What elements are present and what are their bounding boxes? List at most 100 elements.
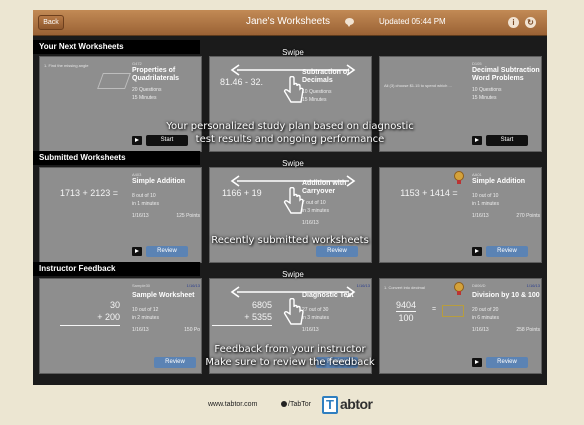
- problem-preview: 1. Find the missing angle: [44, 63, 89, 68]
- worksheet-name: Simple Addition: [132, 178, 186, 185]
- swipe-hint: Swipe: [223, 159, 363, 219]
- code-date-row: Sample30 1/16/13: [132, 283, 200, 288]
- problem-preview: 1153 + 1414 =: [400, 188, 458, 198]
- medal-icon: [454, 171, 464, 184]
- worksheet-code: AA01: [472, 172, 482, 177]
- logo-text: abtor: [340, 396, 373, 412]
- worksheet-name: Properties of Quadrilaterals: [132, 67, 180, 82]
- caption-line: Your personalized study plan based on di…: [166, 121, 414, 132]
- logo-mark: T: [322, 396, 338, 414]
- facebook-icon: [281, 401, 287, 407]
- refresh-icon[interactable]: ↻: [525, 17, 536, 28]
- code-date-row: D806/D 1/16/13: [472, 283, 540, 288]
- worksheet-points: 258 Points: [516, 327, 540, 333]
- worksheet-name: Decimal Subtraction Word Problems: [472, 67, 540, 82]
- swipe-hint: Swipe: [223, 48, 363, 108]
- problem-top: 30: [109, 300, 120, 310]
- caption-submitted: Recently submitted worksheets: [33, 235, 547, 246]
- fraction-numerator: 9404: [396, 300, 417, 310]
- play-icon[interactable]: [472, 247, 482, 256]
- medal-icon: [454, 282, 464, 295]
- worksheet-date: 1/16/13: [472, 327, 489, 333]
- worksheet-info: Sample30 1/16/13 Sample Worksheet 10 out…: [132, 283, 200, 333]
- caption-line: Make sure to review the feedback: [205, 357, 375, 368]
- worksheet-questions: 20 Questions: [132, 87, 162, 93]
- section-header-instructor-feedback: Instructor Feedback: [33, 262, 200, 276]
- worksheet-name: Division by 10 & 100: [472, 292, 540, 299]
- worksheet-info: D806/D 1/16/13 Division by 10 & 100 20 o…: [472, 283, 540, 333]
- tabtor-logo: T abtor: [322, 392, 374, 416]
- back-button[interactable]: Back: [38, 15, 64, 30]
- caption-line: Recently submitted worksheets: [211, 235, 369, 246]
- date-points-row: 1/16/13 150 Po: [132, 327, 200, 333]
- answer-box: [442, 305, 464, 317]
- worksheet-duration: 15 Minutes: [472, 95, 497, 101]
- swipe-hint: Swipe: [223, 270, 363, 330]
- updated-time: Updated 05:44 PM: [379, 17, 446, 26]
- double-arrow-icon: [230, 175, 356, 187]
- worksheet-card[interactable]: 1153 + 1414 = AA01 Simple Addition 10 ou…: [379, 167, 542, 263]
- hand-icon: [283, 298, 304, 325]
- problem-preview: Ali (3) choose $1.15 to spend which ...: [384, 83, 452, 88]
- fraction: 9404 100: [396, 299, 417, 324]
- swipe-label: Swipe: [282, 270, 304, 279]
- worksheet-duration: 15 Minutes: [132, 95, 157, 101]
- problem-bottom: + 200: [97, 312, 120, 322]
- worksheet-date: 1/16/13: [472, 213, 489, 219]
- worksheet-info: A403 Simple Addition 8 out of 10 in 1 mi…: [132, 172, 200, 219]
- problem-preview: 1713 + 2123 =: [59, 188, 119, 198]
- worksheet-date: 1/16/13: [132, 327, 149, 333]
- date-points-row: 1/16/13 258 Points: [472, 327, 540, 333]
- worksheet-duration: in 6 minutes: [472, 315, 499, 321]
- top-bar: Back Jane's Worksheets Updated 05:44 PM …: [33, 10, 547, 36]
- worksheet-info: G472 Properties of Quadrilaterals 20 Que…: [132, 61, 200, 102]
- worksheet-name: Sample Worksheet: [132, 292, 195, 299]
- worksheet-points: 150 Po: [184, 327, 200, 333]
- chat-icon[interactable]: [345, 18, 354, 27]
- hand-icon: [283, 76, 304, 103]
- caption-line: test results and ongoing performance: [195, 134, 385, 145]
- info-icon[interactable]: i: [508, 17, 519, 28]
- review-button[interactable]: Review: [316, 246, 358, 257]
- review-button[interactable]: Review: [146, 246, 188, 257]
- footer: www.tabtor.com /TabTor T abtor: [0, 392, 584, 418]
- tablet-screen: Back Jane's Worksheets Updated 05:44 PM …: [33, 10, 547, 385]
- quadrilateral-figure: [97, 73, 131, 89]
- problem-preview: 30 + 200: [60, 299, 120, 326]
- play-icon[interactable]: [132, 247, 142, 256]
- worksheet-date: 1/16/13: [132, 213, 149, 219]
- date-points-row: 1/16/13 270 Points: [472, 213, 540, 219]
- worksheet-code: D806/D: [472, 283, 486, 288]
- worksheet-info: D105 Decimal Subtraction Word Problems 1…: [472, 61, 540, 102]
- worksheet-questions: 10 Questions: [472, 87, 502, 93]
- caption-feedback: Feedback from your instructor Make sure …: [33, 343, 547, 369]
- worksheet-info: AA01 Simple Addition 10 out of 10 in 1 m…: [472, 172, 540, 219]
- worksheet-code: D105: [472, 61, 482, 66]
- caption-study-plan: Your personalized study plan based on di…: [33, 120, 547, 146]
- worksheet-points: 270 Points: [516, 213, 540, 219]
- worksheet-code: G472: [132, 61, 142, 66]
- swipe-label: Swipe: [282, 48, 304, 57]
- worksheet-duration: in 1 minutes: [472, 201, 499, 207]
- worksheet-score: 10 out of 10: [472, 193, 499, 199]
- worksheet-duration: in 1 minutes: [132, 201, 159, 207]
- review-button[interactable]: Review: [486, 246, 528, 257]
- facebook-link[interactable]: /TabTor: [281, 401, 311, 408]
- feedback-date: 1/16/13: [526, 283, 540, 288]
- feedback-date: 1/16/13: [186, 283, 200, 288]
- fraction-denominator: 100: [396, 311, 417, 324]
- facebook-handle: /TabTor: [288, 401, 311, 408]
- website-link[interactable]: www.tabtor.com: [208, 401, 257, 408]
- worksheet-score: 10 out of 12: [132, 307, 159, 313]
- double-arrow-icon: [230, 64, 356, 76]
- section-header-submitted-worksheets: Submitted Worksheets: [33, 151, 200, 165]
- equals-sign: =: [432, 306, 437, 313]
- worksheet-card[interactable]: 1713 + 2123 = A403 Simple Addition 8 out…: [39, 167, 202, 263]
- section-header-next-worksheets: Your Next Worksheets: [33, 40, 200, 54]
- caption-line: Feedback from your instructor: [214, 344, 366, 355]
- double-arrow-icon: [230, 286, 356, 298]
- worksheet-score: 8 out of 10: [132, 193, 156, 199]
- worksheet-score: 20 out of 20: [472, 307, 499, 313]
- worksheet-points: 125 Points: [176, 213, 200, 219]
- date-points-row: 1/16/13 125 Points: [132, 213, 200, 219]
